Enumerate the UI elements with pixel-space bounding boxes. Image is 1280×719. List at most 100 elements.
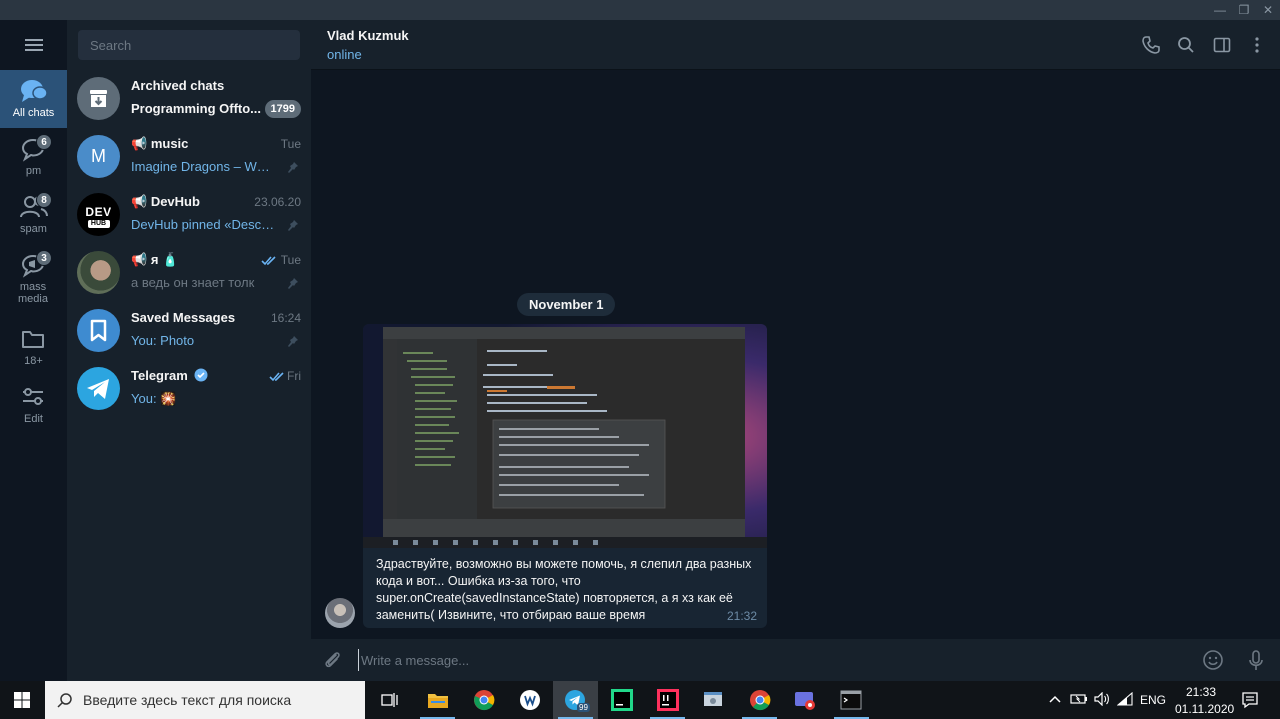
compose-bar bbox=[311, 639, 1280, 681]
pin-icon bbox=[288, 220, 298, 231]
battery-icon[interactable] bbox=[1070, 692, 1088, 706]
emoji-icon[interactable] bbox=[1202, 649, 1224, 671]
more-vertical-icon[interactable] bbox=[1247, 35, 1267, 55]
network-icon[interactable] bbox=[1117, 692, 1133, 706]
search-input[interactable] bbox=[78, 30, 300, 60]
message-text: Здраствуйте, возможно вы можете помочь, … bbox=[376, 557, 752, 622]
chat-time: 16:24 bbox=[270, 311, 301, 325]
chat-time: Tue bbox=[280, 253, 301, 267]
chevron-up-icon[interactable] bbox=[1049, 694, 1061, 704]
sender-avatar[interactable] bbox=[325, 598, 355, 628]
archive-icon bbox=[90, 90, 107, 107]
folder-mass-media[interactable]: 3 mass media bbox=[0, 244, 67, 314]
telegram-avatar bbox=[77, 367, 120, 410]
chat-last-message: а ведь он знает толк bbox=[131, 275, 255, 290]
phone-icon[interactable] bbox=[1141, 35, 1161, 55]
chat-last-message: You: Photo bbox=[131, 333, 195, 348]
chrome-icon bbox=[750, 690, 771, 711]
clock-time[interactable]: 21:33 bbox=[1186, 685, 1216, 699]
intellij-icon bbox=[657, 689, 679, 711]
peer-name[interactable]: Vlad Kuzmuk bbox=[327, 28, 409, 43]
hamburger-icon-bar bbox=[25, 44, 43, 46]
chat-item-ya[interactable]: 📢 я 🧴 Tue а ведь он знает толк bbox=[67, 244, 311, 302]
message-bubble[interactable]: Здраствуйте, возможно вы можете помочь, … bbox=[363, 324, 767, 628]
taskbar-chrome[interactable] bbox=[461, 681, 506, 719]
language-indicator[interactable]: ENG bbox=[1140, 693, 1166, 707]
telegram-unread-badge: 99 bbox=[577, 703, 590, 712]
double-check-icon bbox=[261, 256, 276, 266]
taskbar-app-tool[interactable] bbox=[691, 681, 736, 719]
taskbar-chrome-2[interactable] bbox=[737, 681, 782, 719]
task-view-button[interactable] bbox=[367, 681, 412, 719]
pycharm-icon bbox=[611, 689, 633, 711]
taskbar-pycharm[interactable] bbox=[599, 681, 644, 719]
folder-unread-badge: 8 bbox=[36, 192, 52, 208]
file-explorer-icon bbox=[428, 694, 448, 708]
megaphone-icon: 📢 bbox=[131, 194, 151, 209]
hamburger-icon bbox=[25, 39, 43, 41]
chat-name: Telegram bbox=[131, 368, 208, 383]
chat-last-message: You: 🎇 bbox=[131, 391, 177, 406]
main-menu-button[interactable] bbox=[0, 20, 67, 70]
saved-messages-avatar bbox=[77, 309, 120, 352]
folder-spam[interactable]: 8 spam bbox=[0, 186, 67, 244]
tool-window-icon bbox=[704, 692, 722, 706]
taskbar-intellij[interactable] bbox=[645, 681, 690, 719]
folder-all-chats[interactable]: All chats bbox=[0, 70, 67, 128]
folder-pm[interactable]: 6 pm bbox=[0, 128, 67, 186]
archive-avatar bbox=[77, 77, 120, 120]
telegram-plane-icon bbox=[87, 379, 109, 399]
folder-label: All chats bbox=[12, 107, 55, 119]
chat-name-text: Telegram bbox=[131, 368, 188, 383]
folder-label: mass media bbox=[18, 281, 48, 305]
chrome-icon bbox=[474, 690, 495, 711]
notifications-icon[interactable] bbox=[1241, 691, 1259, 709]
chat-name-text: music bbox=[150, 136, 189, 151]
attach-icon[interactable] bbox=[321, 649, 343, 671]
chat-header: Vlad Kuzmuk online bbox=[311, 20, 1280, 70]
chat-item-music[interactable]: M 📢 music Tue Imagine Dragons – What... bbox=[67, 128, 311, 186]
date-separator: November 1 bbox=[517, 293, 616, 316]
chat-name: Saved Messages bbox=[131, 310, 236, 325]
search-icon[interactable] bbox=[1176, 35, 1196, 55]
taskbar-terminal[interactable] bbox=[829, 681, 874, 719]
folder-label: spam bbox=[20, 223, 47, 235]
chat-item-devhub[interactable]: DEV HUB 📢 DevHub 23.06.20 DevHub pinned … bbox=[67, 186, 311, 244]
taskbar-telegram[interactable]: 99 bbox=[553, 681, 598, 719]
maximize-button[interactable]: ❐ bbox=[1232, 0, 1256, 20]
message-time: 21:32 bbox=[726, 609, 757, 623]
microphone-icon[interactable] bbox=[1245, 649, 1267, 671]
chat-item-archived[interactable]: Archived chats Programming Offto... 1799 bbox=[67, 70, 311, 128]
folder-18plus[interactable]: 18+ bbox=[0, 318, 67, 376]
bookmark-icon bbox=[90, 319, 107, 342]
avatar-subtext: HUB bbox=[87, 220, 110, 228]
terminal-icon bbox=[840, 690, 862, 710]
folder-edit[interactable]: Edit bbox=[0, 376, 67, 434]
taskbar-search-box[interactable]: Введите здесь текст для поиска bbox=[45, 681, 365, 719]
folder-unread-badge: 6 bbox=[36, 134, 52, 150]
clock-date[interactable]: 01.11.2020 bbox=[1175, 702, 1234, 716]
photo-attachment[interactable] bbox=[363, 324, 767, 548]
volume-icon[interactable] bbox=[1094, 692, 1110, 706]
close-button[interactable]: ✕ bbox=[1256, 0, 1280, 20]
unread-count-badge: 1799 bbox=[264, 100, 301, 118]
peer-status: online bbox=[327, 47, 362, 62]
chat-item-telegram[interactable]: Telegram Fri You: 🎇 bbox=[67, 360, 311, 418]
minimize-button[interactable]: — bbox=[1208, 0, 1232, 20]
double-check-icon bbox=[269, 372, 284, 382]
folder-label: pm bbox=[25, 165, 42, 177]
taskbar-file-explorer[interactable] bbox=[415, 681, 460, 719]
bottle-emoji-icon: 🧴 bbox=[158, 252, 179, 267]
taskbar-app-w[interactable] bbox=[507, 681, 552, 719]
chat-name: 📢 music bbox=[131, 136, 188, 152]
search-icon bbox=[57, 693, 72, 708]
pin-icon bbox=[288, 278, 298, 289]
hamburger-icon-bar bbox=[25, 49, 43, 51]
message-input[interactable] bbox=[358, 649, 1178, 671]
chat-item-saved-messages[interactable]: Saved Messages 16:24 You: Photo bbox=[67, 302, 311, 360]
start-button[interactable] bbox=[0, 681, 45, 719]
taskbar-screen-recorder[interactable] bbox=[783, 681, 828, 719]
chat-time: Tue bbox=[280, 137, 301, 151]
sidebar-toggle-icon[interactable] bbox=[1212, 35, 1232, 55]
chats-icon bbox=[21, 80, 48, 102]
